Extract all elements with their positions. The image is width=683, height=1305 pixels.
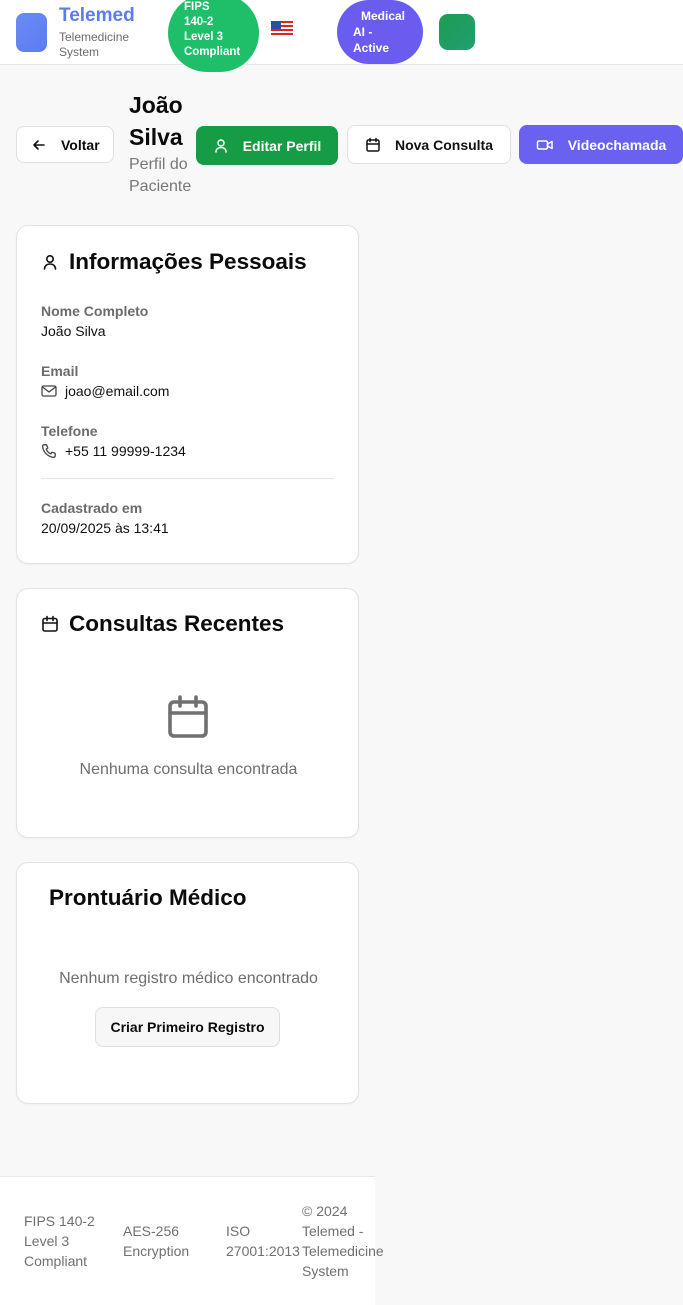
- avatar[interactable]: [439, 14, 475, 50]
- divider: [41, 478, 334, 479]
- email-text: joao@email.com: [65, 383, 170, 399]
- ai-badge-line: AI -: [353, 25, 373, 39]
- fips-badge-line: Compliant: [184, 46, 241, 58]
- phone-icon: [41, 444, 56, 459]
- calendar-icon: [168, 695, 208, 738]
- footer: FIPS 140-2 Level 3 Compliant AES-256 Enc…: [0, 1176, 384, 1305]
- fips-badge: FIPS 140-2 Level 3 Compliant: [168, 0, 259, 72]
- create-first-record-button[interactable]: Criar Primeiro Registro: [95, 1007, 280, 1047]
- edit-profile-button[interactable]: Editar Perfil: [196, 126, 338, 165]
- calendar-icon: [366, 137, 380, 152]
- registered-label: Cadastrado em: [41, 500, 143, 516]
- full-name-label: Nome Completo: [41, 303, 149, 319]
- personal-info-card: Informações Pessoais Nome Completo João …: [16, 225, 359, 564]
- footer-item: FIPS 140-2 Level 3 Compliant: [24, 1213, 95, 1269]
- medical-record-title: Prontuário Médico: [49, 885, 247, 910]
- top-bar: Telemed Telemedicine System FIPS 140-2 L…: [0, 0, 683, 72]
- new-consultation-label: Nova Consulta: [394, 136, 493, 153]
- medical-record-card: Prontuário Médico Nenhum registro médico…: [16, 862, 359, 1104]
- footer-item: ISO 27001:2013: [226, 1223, 300, 1259]
- email-value: joao@email.com: [41, 383, 169, 399]
- phone-label: Telefone: [41, 423, 98, 439]
- recent-consultations-title: Consultas Recentes: [41, 611, 284, 637]
- edit-profile-label: Editar Perfil: [242, 137, 322, 154]
- back-button-label: Voltar: [61, 136, 100, 153]
- personal-info-title-text: Informações Pessoais: [69, 249, 307, 274]
- video-call-label: Videochamada: [567, 136, 667, 153]
- ai-badge-line: Medical: [361, 9, 406, 23]
- ai-status-badge: Medical AI - Active: [337, 0, 423, 64]
- us-flag-icon[interactable]: [271, 21, 293, 37]
- registered-value: 20/09/2025 às 13:41: [41, 520, 169, 536]
- brand-subtitle: Telemedicine System: [59, 30, 130, 59]
- personal-info-title: Informações Pessoais: [41, 249, 307, 275]
- ai-badge-line: Active: [353, 41, 390, 55]
- new-consultation-button[interactable]: Nova Consulta: [347, 125, 511, 164]
- recent-consultations-card: Consultas Recentes Nenhuma consulta enco…: [16, 588, 359, 838]
- phone-text: +55 11 99999-1234: [65, 443, 186, 459]
- empty-records-text: Nenhum registro médico encontrado: [59, 970, 318, 987]
- back-button[interactable]: Voltar: [16, 126, 114, 163]
- user-icon: [214, 138, 227, 153]
- fips-badge-line: 140-2: [184, 16, 214, 28]
- page-subtitle: Perfil do Paciente: [129, 156, 192, 195]
- user-icon: [43, 254, 57, 270]
- video-icon: [536, 139, 553, 150]
- fips-badge-line: FIPS: [184, 1, 210, 13]
- arrow-left-icon: [33, 139, 45, 150]
- video-call-button[interactable]: Videochamada: [519, 125, 683, 164]
- logo-icon[interactable]: [16, 13, 47, 52]
- fips-badge-line: Level 3: [184, 31, 223, 43]
- brand-title[interactable]: Telemed: [59, 5, 135, 27]
- full-name-value: João Silva: [41, 323, 106, 339]
- empty-consultations-text: Nenhuma consulta encontrada: [79, 761, 298, 778]
- footer-item: AES-256 Encryption: [123, 1223, 190, 1259]
- email-label: Email: [41, 363, 79, 379]
- recent-consultations-title-text: Consultas Recentes: [69, 611, 285, 636]
- calendar-icon: [42, 615, 58, 632]
- mail-icon: [41, 385, 57, 397]
- page-title: João Silva: [129, 92, 183, 150]
- footer-item: © 2024 Telemed - Telemedicine System: [302, 1203, 384, 1279]
- phone-value: +55 11 99999-1234: [41, 443, 186, 459]
